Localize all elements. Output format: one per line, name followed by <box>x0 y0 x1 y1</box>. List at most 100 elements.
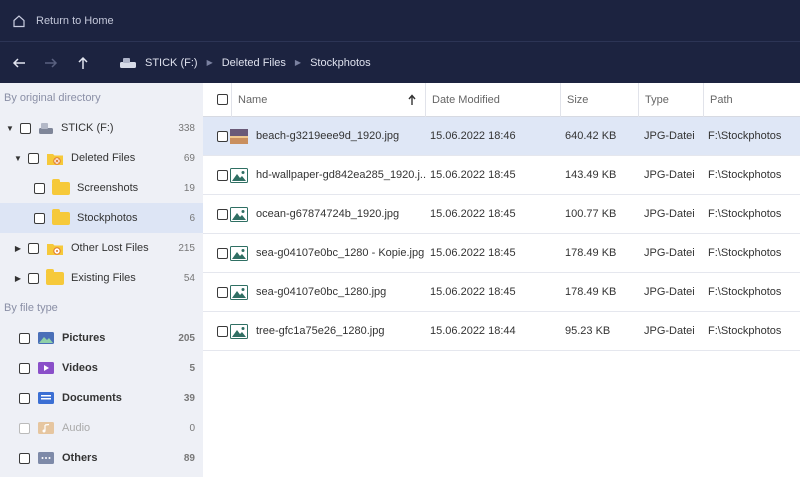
forward-button[interactable] <box>35 47 67 79</box>
filetype-audio[interactable]: Audio 0 <box>0 413 203 443</box>
tree-item-other-lost-files[interactable]: ▶ Other Lost Files 215 <box>0 233 203 263</box>
arrow-up-icon <box>408 94 416 105</box>
navigation-bar: STICK (F:) ▶ Deleted Files ▶ Stockphotos <box>0 41 800 83</box>
usb-drive-icon <box>120 57 136 68</box>
filetype-pictures[interactable]: Pictures 205 <box>0 323 203 353</box>
caret-right-icon[interactable]: ▶ <box>14 244 22 253</box>
caret-right-icon[interactable]: ▶ <box>14 274 22 283</box>
caret-down-icon[interactable]: ▼ <box>6 124 14 133</box>
table-row[interactable]: beach-g3219eee9d_1920.jpg 15.06.2022 18:… <box>203 117 800 156</box>
row-checkbox[interactable] <box>217 131 228 142</box>
checkbox[interactable] <box>19 332 30 344</box>
filetype-videos[interactable]: Videos 5 <box>0 353 203 383</box>
back-button[interactable] <box>3 47 35 79</box>
arrow-up-icon <box>78 56 88 69</box>
row-checkbox[interactable] <box>217 287 228 298</box>
tree-item-label: Screenshots <box>77 182 139 194</box>
file-size: 100.77 KB <box>565 208 617 220</box>
tree-item-count: 69 <box>183 152 195 164</box>
tree-item-stockphotos[interactable]: Stockphotos 6 <box>0 203 203 233</box>
checkbox[interactable] <box>34 212 45 224</box>
checkbox[interactable] <box>20 122 31 134</box>
file-date: 15.06.2022 18:45 <box>430 208 516 220</box>
breadcrumb-item-stockphotos[interactable]: Stockphotos <box>310 57 371 69</box>
checkbox[interactable] <box>19 362 30 374</box>
return-home-button[interactable]: Return to Home <box>12 14 114 28</box>
file-type: JPG-Datei <box>644 325 695 337</box>
file-date: 15.06.2022 18:45 <box>430 247 516 259</box>
row-checkbox[interactable] <box>217 326 228 337</box>
up-button[interactable] <box>67 47 99 79</box>
column-header-name[interactable]: Name <box>231 83 425 117</box>
tree-item-count: 54 <box>183 272 195 284</box>
filetype-count: 205 <box>178 332 195 344</box>
file-date: 15.06.2022 18:44 <box>430 325 516 337</box>
table-row[interactable]: ocean-g67874724b_1920.jpg 15.06.2022 18:… <box>203 195 800 234</box>
image-file-icon <box>230 324 248 339</box>
tree-item-label: Stockphotos <box>77 212 138 224</box>
filetype-documents[interactable]: Documents 39 <box>0 383 203 413</box>
row-checkbox[interactable] <box>217 248 228 259</box>
return-home-label: Return to Home <box>36 14 114 27</box>
column-header-size[interactable]: Size <box>560 83 638 117</box>
file-path: F:\Stockphotos <box>708 208 782 220</box>
checkbox[interactable] <box>28 152 39 164</box>
section-by-directory: By original directory <box>4 92 101 104</box>
tree-item-label: Other Lost Files <box>71 242 149 254</box>
filetype-others[interactable]: Others 89 <box>0 443 203 473</box>
filetype-label: Documents <box>62 392 122 404</box>
file-path: F:\Stockphotos <box>708 286 782 298</box>
column-header-date[interactable]: Date Modified <box>425 83 560 117</box>
file-date: 15.06.2022 18:45 <box>430 286 516 298</box>
image-file-icon <box>230 285 248 300</box>
filetype-count: 39 <box>183 392 195 404</box>
tree-item-stick-drive[interactable]: ▼ STICK (F:) 338 <box>0 113 203 143</box>
file-path: F:\Stockphotos <box>708 325 782 337</box>
file-date: 15.06.2022 18:46 <box>430 130 516 142</box>
table-row[interactable]: sea-g04107e0bc_1280.jpg 15.06.2022 18:45… <box>203 273 800 312</box>
file-path: F:\Stockphotos <box>708 247 782 259</box>
tree-item-count: 19 <box>183 182 195 194</box>
videos-icon <box>38 362 54 374</box>
column-header-type[interactable]: Type <box>638 83 703 117</box>
table-row[interactable]: hd-wallpaper-gd842ea285_1920.j... 15.06.… <box>203 156 800 195</box>
caret-down-icon[interactable]: ▼ <box>14 154 22 163</box>
checkbox[interactable] <box>19 392 30 404</box>
documents-icon <box>38 392 54 404</box>
tree-item-screenshots[interactable]: Screenshots 19 <box>0 173 203 203</box>
checkbox[interactable] <box>28 242 39 254</box>
row-checkbox[interactable] <box>217 170 228 181</box>
table-row[interactable]: sea-g04107e0bc_1280 - Kopie.jpg 15.06.20… <box>203 234 800 273</box>
column-name-label: Name <box>238 94 268 106</box>
checkbox[interactable] <box>34 182 45 194</box>
filetype-count: 89 <box>183 452 195 464</box>
sidebar: By original directory ▼ STICK (F:) 338 ▼… <box>0 83 203 477</box>
lost-folder-icon <box>47 243 63 255</box>
checkbox[interactable] <box>19 452 30 464</box>
select-all-checkbox[interactable] <box>217 94 228 105</box>
beach-thumbnail-icon <box>230 129 248 144</box>
tree-item-label: Deleted Files <box>71 152 136 164</box>
breadcrumb-item-drive[interactable]: STICK (F:) <box>145 57 198 69</box>
table-row[interactable]: tree-gfc1a75e26_1280.jpg 15.06.2022 18:4… <box>203 312 800 351</box>
file-name: tree-gfc1a75e26_1280.jpg <box>256 325 385 337</box>
breadcrumb: STICK (F:) ▶ Deleted Files ▶ Stockphotos <box>119 56 371 70</box>
row-checkbox[interactable] <box>217 209 228 220</box>
file-name: sea-g04107e0bc_1280 - Kopie.jpg <box>256 247 425 259</box>
tree-item-existing-files[interactable]: ▶ Existing Files 54 <box>0 263 203 293</box>
breadcrumb-item-deleted-files[interactable]: Deleted Files <box>222 57 286 69</box>
file-name: hd-wallpaper-gd842ea285_1920.j... <box>256 169 426 181</box>
breadcrumb-separator-icon: ▶ <box>206 58 213 67</box>
column-header-path[interactable]: Path <box>703 83 800 117</box>
file-type: JPG-Datei <box>644 286 695 298</box>
file-path: F:\Stockphotos <box>708 130 782 142</box>
checkbox[interactable] <box>19 422 30 434</box>
folder-icon <box>46 268 64 285</box>
tree-item-deleted-files[interactable]: ▼ Deleted Files 69 <box>0 143 203 173</box>
image-file-icon <box>230 246 248 261</box>
checkbox[interactable] <box>28 272 39 284</box>
arrow-left-icon <box>12 57 25 68</box>
filetype-label: Pictures <box>62 332 106 344</box>
audio-icon <box>38 422 54 434</box>
arrow-right-icon <box>45 57 58 68</box>
